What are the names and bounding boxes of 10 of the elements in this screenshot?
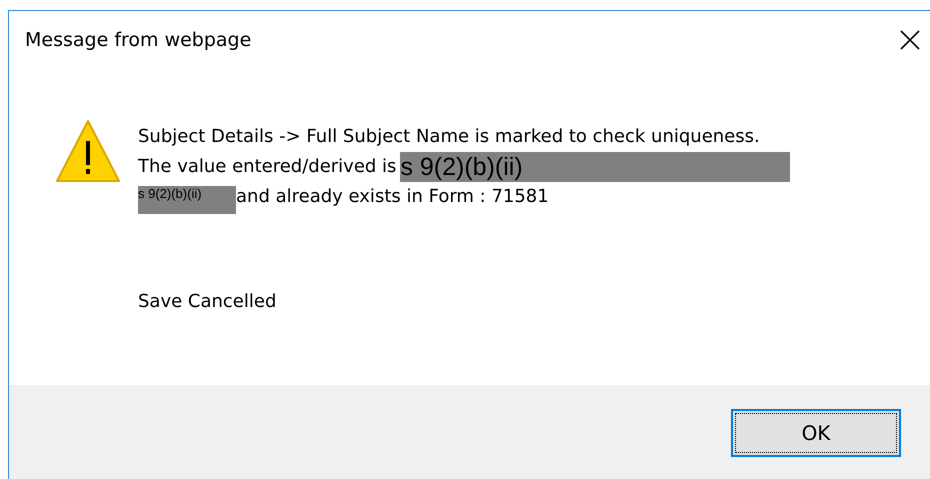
ok-button[interactable]: OK xyxy=(731,409,901,457)
status-text: Save Cancelled xyxy=(138,290,278,314)
message-text: Subject Details -> Full Subject Name is marked to check uniqueness. xyxy=(138,125,760,149)
warning-icon xyxy=(55,119,121,183)
close-icon[interactable] xyxy=(900,30,920,50)
redaction-box: s 9(2)(b)(ii) xyxy=(400,152,790,182)
window-title: Message from webpage xyxy=(25,29,252,51)
message-text: The value entered/derived is xyxy=(138,155,396,179)
redaction-box: s 9(2)(b)(ii) xyxy=(138,186,236,214)
message-text: and already exists in Form : 71581 xyxy=(236,185,549,209)
